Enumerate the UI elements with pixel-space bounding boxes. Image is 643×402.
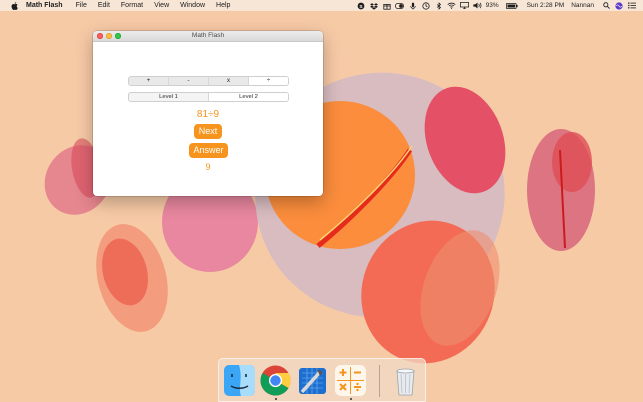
airplay-icon[interactable] — [460, 0, 470, 11]
edit-menu[interactable]: Edit — [98, 0, 110, 11]
bluetooth-icon[interactable] — [434, 0, 444, 11]
dropbox-icon[interactable] — [369, 0, 379, 11]
menu-clock[interactable]: Sun 2:28 PM — [527, 0, 565, 11]
user-menu[interactable]: Nannan — [571, 0, 594, 11]
wifi-icon[interactable] — [447, 0, 457, 11]
window-menu[interactable]: Window — [180, 0, 205, 11]
file-menu[interactable]: File — [76, 0, 87, 11]
view-menu[interactable]: View — [154, 0, 169, 11]
chrome-running-indicator — [275, 398, 277, 400]
xcode-icon[interactable] — [296, 364, 329, 397]
battery-icon[interactable] — [506, 0, 519, 11]
time-machine-icon[interactable] — [421, 0, 431, 11]
notification-center-icon[interactable] — [627, 0, 637, 11]
status-area: S 93% Sun 2:28 PM Nannan — [356, 0, 643, 11]
help-menu[interactable]: Help — [216, 0, 230, 11]
operation-subtract-segment[interactable]: - — [169, 77, 209, 85]
math-flash-running-indicator — [350, 398, 352, 400]
chrome-icon[interactable] — [259, 364, 292, 397]
operation-add-segment[interactable]: + — [129, 77, 169, 85]
window-title: Math Flash — [191, 32, 225, 39]
dock — [218, 358, 426, 402]
window-content: + - x ÷ Level 1 Level 2 81÷9 Next Answer… — [93, 42, 323, 196]
answer-button[interactable]: Answer — [189, 143, 228, 158]
format-menu[interactable]: Format — [121, 0, 143, 11]
siri-icon[interactable] — [614, 0, 624, 11]
window-titlebar[interactable]: Math Flash — [93, 31, 323, 42]
finder-icon[interactable] — [223, 364, 256, 397]
app-menu[interactable]: Math Flash — [26, 0, 63, 11]
spotlight-search-icon[interactable] — [601, 0, 611, 11]
trash-icon[interactable] — [389, 364, 422, 397]
apple-menu-icon[interactable] — [11, 1, 19, 10]
operation-selector: + - x ÷ — [128, 76, 289, 86]
dock-divider — [379, 365, 380, 397]
microphone-icon[interactable] — [408, 0, 418, 11]
skype-icon[interactable]: S — [356, 0, 366, 11]
level-1-segment[interactable]: Level 1 — [129, 93, 209, 101]
math-flash-icon[interactable] — [334, 364, 367, 397]
operation-multiply-segment[interactable]: x — [209, 77, 249, 85]
battery-percentage: 93% — [485, 2, 499, 9]
level-selector: Level 1 Level 2 — [128, 92, 289, 102]
next-button[interactable]: Next — [194, 124, 222, 139]
volume-icon[interactable] — [473, 0, 483, 11]
answer-result: 9 — [205, 162, 211, 172]
math-flash-window: Math Flash + - x ÷ Level 1 Level 2 81÷9 … — [93, 31, 323, 196]
question-text: 81÷9 — [196, 109, 220, 120]
gift-icon[interactable] — [382, 0, 392, 11]
toggle-icon[interactable] — [395, 0, 405, 11]
level-2-segment[interactable]: Level 2 — [209, 93, 288, 101]
operation-divide-segment[interactable]: ÷ — [249, 77, 288, 85]
menu-bar: Math Flash File Edit Format View Window … — [0, 0, 643, 11]
